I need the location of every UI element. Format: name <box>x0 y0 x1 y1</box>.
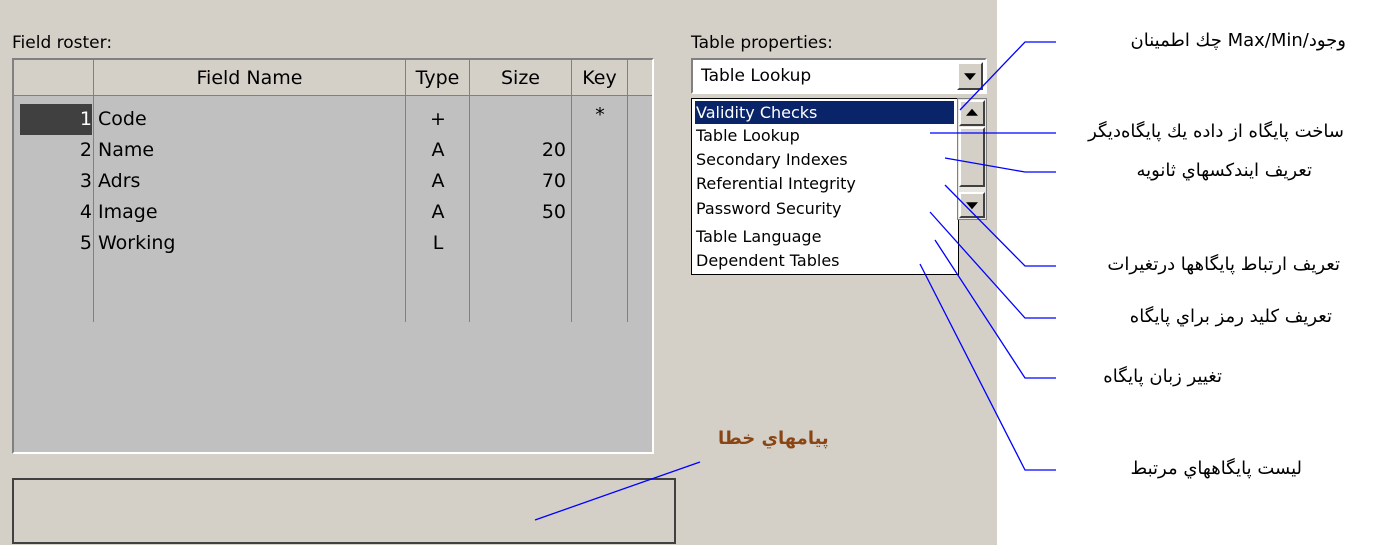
annotation-line <box>934 239 1056 379</box>
annotation-referential-integrity: تعريف ارتباط پايگاهها درتغيرات <box>1107 254 1340 275</box>
annotation-table-language: تغيير زبان پايگاه <box>1103 366 1222 387</box>
annotation-line <box>929 211 1056 319</box>
annotation-line <box>944 184 1056 267</box>
annotation-password-security: تعريف كليد رمز براي پايگاه <box>1129 306 1332 327</box>
annotation-line <box>944 157 1056 173</box>
annotation-validity-checks: وجود/Max/Min چك اطمينان <box>1130 30 1346 51</box>
annotation-line <box>534 461 701 521</box>
annotation-line <box>959 41 1056 111</box>
annotation-dependent-tables: ليست پايگاههاي مرتبط <box>1130 458 1302 479</box>
annotation-table-lookup: ساخت پايگاه از داده يك پايگاه‌ديگر <box>1088 121 1344 142</box>
annotation-line <box>919 263 1056 471</box>
annotation-secondary-indexes: تعريف ايندكسهاي ثانويه <box>1136 160 1312 181</box>
